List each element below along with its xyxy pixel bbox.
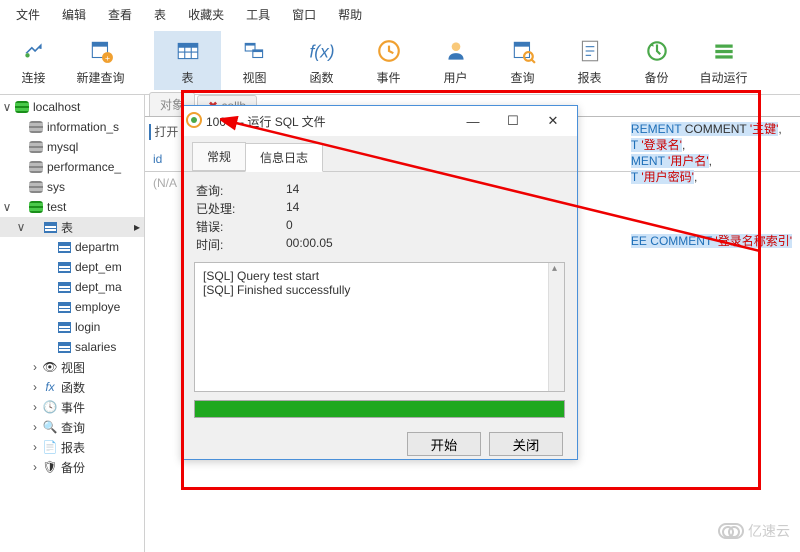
- tree-reports[interactable]: ›📄报表: [0, 437, 144, 457]
- tool-connect[interactable]: 连接: [0, 31, 67, 90]
- close-button[interactable]: ✕: [533, 113, 573, 129]
- tree-tables-node[interactable]: ∨表▸: [0, 217, 144, 237]
- tree-db[interactable]: sys: [0, 177, 144, 197]
- log-line: [SQL] Finished successfully: [203, 283, 556, 297]
- maximize-button[interactable]: ☐: [493, 113, 533, 129]
- menu-help[interactable]: 帮助: [328, 4, 372, 25]
- menu-bar: 文件 编辑 查看 表 收藏夹 工具 窗口 帮助: [0, 0, 800, 29]
- app-icon: [186, 112, 202, 131]
- tree-table[interactable]: salaries: [0, 337, 144, 357]
- fx-icon: fx: [42, 380, 58, 394]
- tree-backups[interactable]: ›🛡备份: [0, 457, 144, 477]
- progress-fill: [195, 401, 564, 417]
- menu-tools[interactable]: 工具: [236, 4, 280, 25]
- dialog-title: 100% - 运行 SQL 文件: [202, 113, 453, 130]
- tool-backup[interactable]: 备份: [623, 31, 690, 90]
- svg-text:f(x): f(x): [309, 42, 334, 62]
- tool-query[interactable]: 查询: [489, 31, 556, 90]
- log-line: [SQL] Query test start: [203, 269, 556, 283]
- close-dialog-button[interactable]: 关闭: [489, 432, 563, 456]
- scrollbar[interactable]: [548, 263, 564, 391]
- menu-file[interactable]: 文件: [6, 4, 50, 25]
- start-button[interactable]: 开始: [407, 432, 481, 456]
- tab-log[interactable]: 信息日志: [245, 143, 323, 172]
- menu-view[interactable]: 查看: [98, 4, 142, 25]
- query-icon: 🔍: [42, 420, 58, 434]
- svg-text:+: +: [104, 53, 109, 63]
- tree-connection[interactable]: ∨localhost: [0, 97, 144, 117]
- tree-events[interactable]: ›🕓事件: [0, 397, 144, 417]
- tool-new-query[interactable]: +新建查询: [67, 31, 134, 90]
- backup-icon: 🛡: [42, 460, 58, 474]
- object-tree[interactable]: ∨localhost information_s mysql performan…: [0, 95, 145, 552]
- tab-general[interactable]: 常规: [192, 142, 246, 171]
- tree-db[interactable]: performance_: [0, 157, 144, 177]
- dialog-tabs: 常规 信息日志: [182, 136, 577, 172]
- clock-icon: 🕓: [42, 400, 58, 414]
- report-icon: 📄: [42, 440, 58, 454]
- menu-window[interactable]: 窗口: [282, 4, 326, 25]
- tool-report[interactable]: 报表: [556, 31, 623, 90]
- menu-table[interactable]: 表: [144, 4, 176, 25]
- toolbar: 连接 +新建查询 表 视图 f(x)函数 事件 用户 查询 报表 备份 自动运行: [0, 29, 800, 95]
- minimize-button[interactable]: —: [453, 114, 493, 129]
- tree-db[interactable]: mysql: [0, 137, 144, 157]
- tool-schedule[interactable]: 自动运行: [690, 31, 757, 90]
- tool-table[interactable]: 表: [154, 31, 221, 90]
- tool-event[interactable]: 事件: [355, 31, 422, 90]
- run-sql-dialog: 100% - 运行 SQL 文件 — ☐ ✕ 常规 信息日志 查询:14 已处理…: [181, 105, 578, 460]
- log-output[interactable]: [SQL] Query test start [SQL] Finished su…: [194, 262, 565, 392]
- tree-queries[interactable]: ›🔍查询: [0, 417, 144, 437]
- sql-fragment: REMENT COMMENT '主键', T '登录名', MENT '用户名'…: [631, 121, 792, 249]
- tree-table[interactable]: dept_ma: [0, 277, 144, 297]
- watermark: 亿速云: [718, 521, 790, 541]
- tree-db-test[interactable]: ∨test: [0, 197, 144, 217]
- tree-table[interactable]: dept_em: [0, 257, 144, 277]
- tool-view[interactable]: 视图: [221, 31, 288, 90]
- tree-views[interactable]: ›👁视图: [0, 357, 144, 377]
- menu-edit[interactable]: 编辑: [52, 4, 96, 25]
- tool-function[interactable]: f(x)函数: [288, 31, 355, 90]
- tree-table[interactable]: departm: [0, 237, 144, 257]
- dialog-stats: 查询:14 已处理:14 错误:0 时间:00:00.05: [182, 172, 577, 260]
- menu-fav[interactable]: 收藏夹: [178, 4, 234, 25]
- tree-functions[interactable]: ›fx函数: [0, 377, 144, 397]
- tree-db[interactable]: information_s: [0, 117, 144, 137]
- view-icon: 👁: [42, 360, 58, 374]
- cloud-icon: [718, 523, 744, 539]
- tree-table[interactable]: employe: [0, 297, 144, 317]
- progress-bar: [194, 400, 565, 418]
- tree-table[interactable]: login: [0, 317, 144, 337]
- dialog-titlebar[interactable]: 100% - 运行 SQL 文件 — ☐ ✕: [182, 106, 577, 136]
- tool-user[interactable]: 用户: [422, 31, 489, 90]
